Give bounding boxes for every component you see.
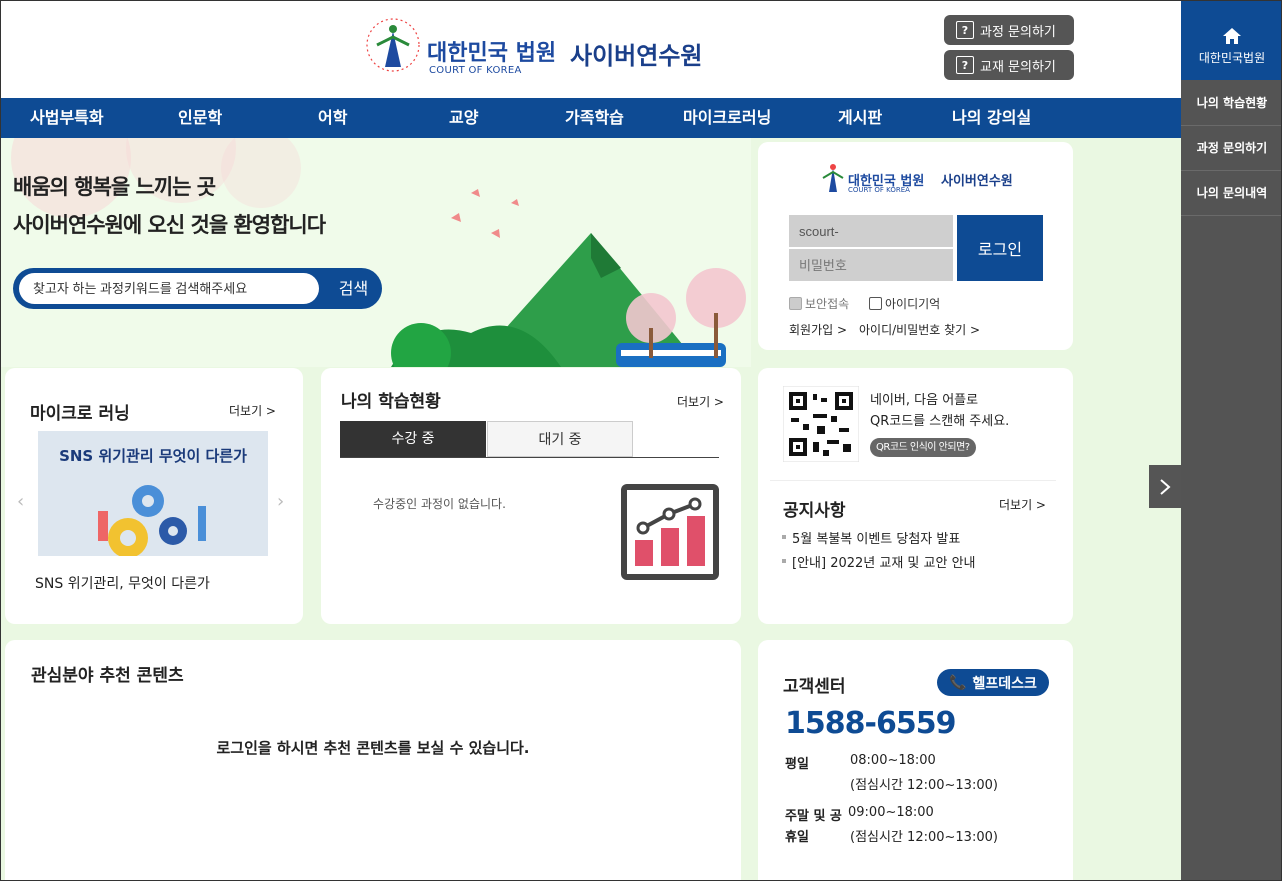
micro-learning-panel: 마이크로 러닝 더보기 > SNS 위기관리 무엇이 다른가 ‹ › SNS 위…: [5, 368, 303, 624]
nav-item-culture[interactable]: 교양: [449, 98, 478, 138]
course-inquiry-button[interactable]: ? 과정 문의하기: [944, 15, 1074, 45]
login-logo-site: 사이버연수원: [941, 174, 1013, 189]
notice-item[interactable]: 5월 복불복 이벤트 당첨자 발표: [792, 528, 960, 547]
weekday-hours: 08:00~18:00: [850, 753, 936, 768]
learning-status-title: 나의 학습현황: [341, 392, 441, 412]
login-logo-english: COURT OF KOREA: [848, 186, 910, 194]
logo-english-name: COURT OF KOREA: [429, 65, 522, 76]
secure-login-checkbox[interactable]: 보안접속: [789, 295, 849, 312]
micro-learning-caption[interactable]: SNS 위기관리, 무엇이 다른가: [35, 573, 210, 593]
tab-divider: [340, 457, 719, 458]
notice-title: 공지사항: [783, 501, 846, 521]
checkbox-checked-icon: [789, 297, 802, 310]
weekday-label: 평일: [785, 757, 809, 772]
carousel-next-icon[interactable]: ›: [277, 491, 284, 512]
thumbnail-title: SNS 위기관리 무엇이 다른가: [59, 447, 247, 465]
course-search-bar: 검색: [13, 268, 382, 309]
main-content: 배움의 행복을 느끼는 곳 사이버연수원에 오신 것을 환영합니다 검색 대한민…: [1, 138, 1181, 880]
qr-instruction-line2: QR코드를 스캔해 주세요.: [870, 414, 1010, 429]
quick-menu-sidebar: 대한민국법원 나의 학습현황 과정 문의하기 나의 문의내역: [1181, 1, 1281, 880]
notice-more-link[interactable]: 더보기 >: [999, 496, 1046, 513]
textbook-inquiry-label: 교재 문의하기: [980, 59, 1056, 75]
page-frame: 대한민국 법원 COURT OF KOREA 사이버연수원 ? 과정 문의하기 …: [0, 0, 1282, 881]
sidebar-item-course-inquiry[interactable]: 과정 문의하기: [1181, 126, 1281, 171]
sidebar-item-my-inquiries[interactable]: 나의 문의내역: [1181, 171, 1281, 216]
qr-instruction-line1: 네이버, 다음 어플로: [870, 393, 979, 408]
micro-learning-thumbnail[interactable]: SNS 위기관리 무엇이 다른가: [38, 431, 268, 556]
question-icon: ?: [956, 21, 974, 39]
textbook-inquiry-button[interactable]: ? 교재 문의하기: [944, 50, 1074, 80]
helpdesk-button[interactable]: 📞 헬프데스크: [937, 669, 1049, 696]
signup-link[interactable]: 회원가입 >: [789, 321, 847, 338]
course-search-input[interactable]: [19, 273, 319, 304]
tab-in-progress[interactable]: 수강 중: [340, 421, 486, 457]
hero-headline-line1: 배움의 행복을 느끼는 곳: [13, 175, 216, 199]
bullet-icon: [782, 559, 786, 563]
customer-center-title: 고객센터: [783, 677, 846, 697]
sidebar-toggle-button[interactable]: [1149, 465, 1181, 508]
weekend-label-line2: 휴일: [785, 830, 809, 845]
customer-center-panel: 고객센터 📞 헬프데스크 1588-6559 평일 08:00~18:00 (점…: [758, 640, 1073, 880]
sidebar-home-link[interactable]: 대한민국법원: [1181, 1, 1281, 80]
weekend-hours: 09:00~18:00: [848, 805, 934, 820]
home-icon: [1223, 28, 1241, 44]
qr-help-pill[interactable]: QR코드 인식이 안되면?: [870, 438, 976, 457]
question-icon: ?: [956, 56, 974, 74]
find-credentials-link[interactable]: 아이디/비밀번호 찾기 >: [859, 321, 980, 338]
search-button[interactable]: 검색: [325, 268, 382, 309]
recommended-content-title: 관심분야 추천 콘텐츠: [31, 666, 184, 686]
sidebar-home-label: 대한민국법원: [1198, 51, 1266, 65]
remember-id-label: 아이디기억: [885, 297, 941, 311]
sidebar-item-my-learning-status[interactable]: 나의 학습현황: [1181, 81, 1281, 126]
qr-notice-panel: 네이버, 다음 어플로 QR코드를 스캔해 주세요. QR코드 인식이 안되면?…: [758, 368, 1073, 624]
recommended-content-panel: 관심분야 추천 콘텐츠 로그인을 하시면 추천 콘텐츠를 보실 수 있습니다.: [5, 640, 741, 880]
password-input[interactable]: [789, 249, 953, 281]
weekday-lunch: (점심시간 12:00~13:00): [850, 778, 998, 793]
remember-id-checkbox[interactable]: 아이디기억: [869, 295, 940, 312]
user-id-input[interactable]: [789, 215, 953, 247]
hero-banner: 배움의 행복을 느끼는 곳 사이버연수원에 오신 것을 환영합니다 검색: [1, 138, 751, 367]
bullet-icon: [782, 535, 786, 539]
court-emblem-icon: [822, 164, 844, 192]
logo-site-name: 사이버연수원: [570, 42, 703, 70]
checkbox-icon: [869, 297, 882, 310]
micro-learning-title: 마이크로 러닝: [30, 404, 130, 424]
site-logo[interactable]: 대한민국 법원 COURT OF KOREA 사이버연수원: [363, 15, 723, 85]
nav-item-microlearning[interactable]: 마이크로러닝: [683, 98, 771, 138]
helpdesk-label: 헬프데스크: [972, 675, 1037, 692]
micro-learning-more-link[interactable]: 더보기 >: [229, 402, 276, 419]
court-emblem-icon: [366, 18, 420, 72]
weekend-label-line1: 주말 및 공: [785, 809, 842, 824]
nav-item-board[interactable]: 게시판: [838, 98, 882, 138]
qr-code-icon: [783, 386, 859, 462]
login-required-message: 로그인을 하시면 추천 콘텐츠를 보실 수 있습니다.: [216, 739, 530, 757]
support-phone-number: 1588-6559: [785, 706, 956, 741]
chevron-right-icon: [1160, 478, 1171, 495]
learning-status-more-link[interactable]: 더보기 >: [677, 393, 724, 410]
login-panel: 대한민국 법원 COURT OF KOREA 사이버연수원 로그인 보안접속 아…: [758, 142, 1073, 350]
growth-chart-icon: [621, 484, 719, 580]
logo-korean-name: 대한민국 법원: [427, 41, 557, 66]
nav-item-judiciary[interactable]: 사법부특화: [30, 98, 104, 138]
empty-course-message: 수강중인 과정이 없습니다.: [373, 497, 506, 511]
main-nav: 사법부특화 인문학 어학 교양 가족학습 마이크로러닝 게시판 나의 강의실: [1, 98, 1181, 138]
learning-status-panel: 나의 학습현황 더보기 > 수강 중 대기 중 수강중인 과정이 없습니다.: [321, 368, 741, 624]
gears-illustration: [98, 485, 206, 556]
tab-waiting[interactable]: 대기 중: [487, 421, 633, 457]
secure-login-label: 보안접속: [805, 297, 850, 311]
hero-headline-line2: 사이버연수원에 오신 것을 환영합니다: [13, 213, 326, 237]
notice-item[interactable]: [안내] 2022년 교재 및 교안 안내: [792, 552, 976, 571]
nav-item-family[interactable]: 가족학습: [565, 98, 624, 138]
course-inquiry-label: 과정 문의하기: [980, 24, 1056, 40]
nav-item-language[interactable]: 어학: [318, 98, 347, 138]
nav-item-humanities[interactable]: 인문학: [178, 98, 222, 138]
weekend-lunch: (점심시간 12:00~13:00): [850, 830, 998, 845]
divider: [770, 480, 1056, 481]
phone-icon: 📞: [949, 674, 967, 691]
login-button[interactable]: 로그인: [957, 215, 1043, 281]
site-header: 대한민국 법원 COURT OF KOREA 사이버연수원 ? 과정 문의하기 …: [1, 1, 1181, 98]
nav-item-my-classroom[interactable]: 나의 강의실: [952, 98, 1031, 138]
carousel-prev-icon[interactable]: ‹: [17, 491, 24, 512]
